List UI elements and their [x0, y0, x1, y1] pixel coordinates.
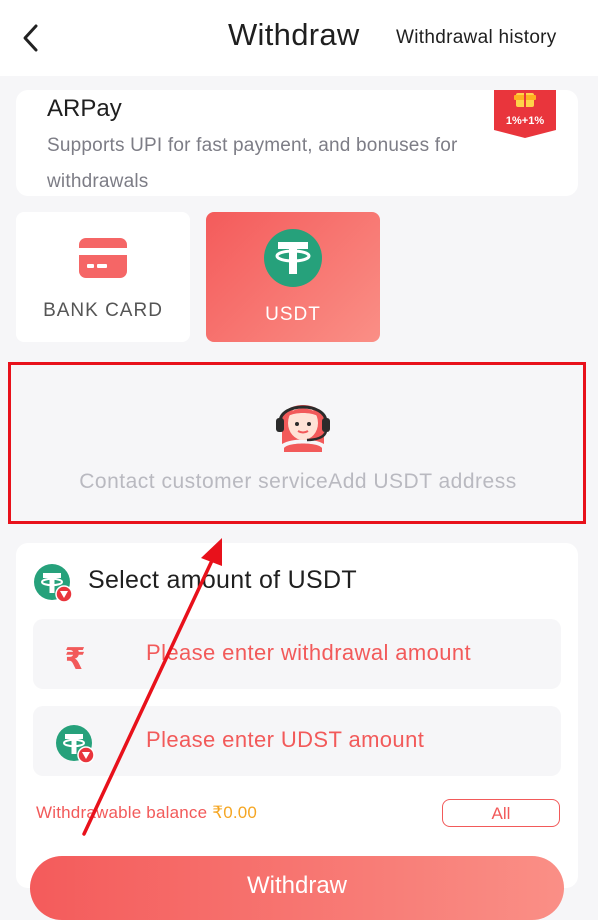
customer-service-icon: [276, 405, 330, 452]
add-usdt-address-text: Contact customer serviceAdd USDT address: [79, 470, 517, 493]
withdraw-button[interactable]: Withdraw: [30, 856, 564, 920]
svg-text:₹: ₹: [65, 642, 86, 677]
withdrawal-amount-input[interactable]: ₹ Please enter withdrawal amount: [33, 619, 561, 689]
bonus-badge-icon: 1%+1%: [494, 90, 556, 138]
withdrawal-amount-placeholder: Please enter withdrawal amount: [146, 640, 472, 665]
add-usdt-address-button[interactable]: Contact customer serviceAdd USDT address: [16, 360, 580, 518]
arpay-description: Supports UPI for fast payment, and bonus…: [47, 135, 458, 192]
usdt-amount-input[interactable]: Please enter UDST amount: [33, 706, 561, 776]
usdt-amount-card: Select amount of USDT ₹ Please enter wit…: [16, 543, 578, 920]
all-button[interactable]: All: [442, 799, 560, 827]
bank-card-icon: [79, 238, 127, 278]
arpay-title: ARPay: [47, 95, 122, 122]
top-bar: Withdraw Withdrawal history: [0, 0, 598, 76]
amount-section-title: Select amount of USDT: [88, 566, 357, 594]
bonus-badge-text: 1%+1%: [506, 115, 544, 127]
method-bank-card[interactable]: BANK CARD: [16, 212, 190, 342]
back-button[interactable]: [14, 18, 48, 58]
withdrawable-balance-value: ₹0.00: [212, 803, 258, 822]
page-title: Withdraw: [228, 17, 360, 52]
chevron-left-icon: [23, 24, 38, 52]
method-usdt-label: USDT: [265, 304, 321, 325]
rupee-icon: ₹: [65, 642, 86, 677]
usdt-icon: [264, 229, 322, 287]
usdt-trx-icon: [56, 725, 95, 764]
method-bank-card-label: BANK CARD: [43, 300, 163, 321]
withdrawable-balance-label: Withdrawable balance: [36, 803, 213, 822]
usdt-trx-icon: [34, 564, 73, 603]
withdrawable-balance: Withdrawable balance ₹0.00: [36, 803, 257, 823]
usdt-amount-placeholder: Please enter UDST amount: [146, 727, 425, 752]
withdrawal-history-link[interactable]: Withdrawal history: [396, 27, 557, 49]
method-usdt[interactable]: USDT: [206, 212, 380, 342]
